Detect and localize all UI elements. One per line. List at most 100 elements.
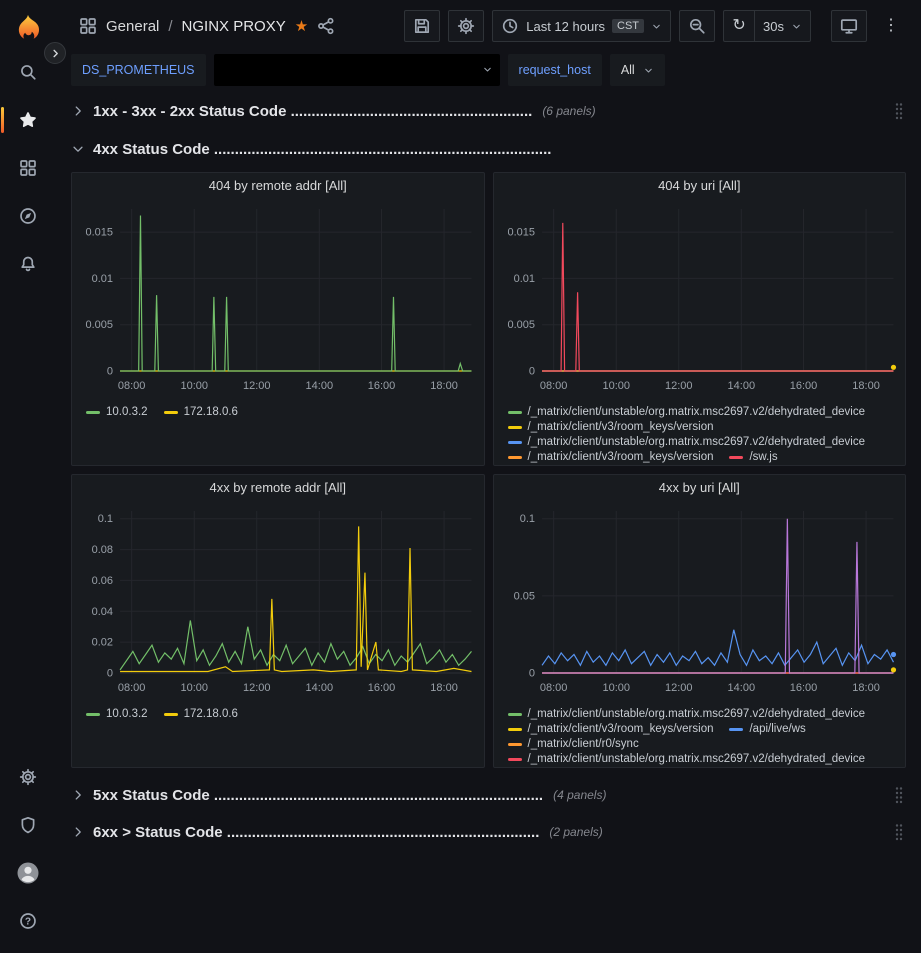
grafana-logo[interactable] xyxy=(8,8,48,48)
legend-item[interactable]: /_matrix/client/unstable/org.matrix.msc2… xyxy=(508,406,866,418)
sidebar: ? xyxy=(0,0,55,953)
svg-text:0: 0 xyxy=(528,668,534,680)
legend-swatch xyxy=(508,426,522,429)
sidebar-item-help[interactable]: ? xyxy=(8,901,48,941)
svg-text:0.01: 0.01 xyxy=(92,273,113,285)
svg-text:0.02: 0.02 xyxy=(92,637,113,649)
svg-text:0: 0 xyxy=(107,668,113,680)
zoom-out-button[interactable] xyxy=(679,10,715,42)
sidebar-item-alerting[interactable] xyxy=(8,244,48,284)
chevron-right-icon xyxy=(71,788,93,802)
time-series-chart[interactable]: 08:0010:0012:0014:0016:0018:0000.050.1 xyxy=(494,501,906,705)
row-header-5xx[interactable]: 5xx Status Code ........................… xyxy=(71,782,906,808)
row-drag-handle[interactable] xyxy=(894,102,904,120)
breadcrumb: General / NGINX PROXY ★ xyxy=(79,17,335,35)
time-range-picker[interactable]: Last 12 hours CST xyxy=(492,10,671,42)
svg-text:12:00: 12:00 xyxy=(664,682,692,694)
panel-title[interactable]: 404 by remote addr [All] xyxy=(72,173,484,199)
sidebar-item-search[interactable] xyxy=(8,52,48,92)
request-host-variable-select[interactable]: All xyxy=(610,54,665,86)
svg-text:14:00: 14:00 xyxy=(727,380,755,392)
panel-title[interactable]: 4xx by uri [All] xyxy=(494,475,906,501)
favorite-star-icon[interactable]: ★ xyxy=(295,17,308,35)
request-host-variable-label[interactable]: request_host xyxy=(508,54,602,86)
share-icon[interactable] xyxy=(317,17,335,35)
monitor-icon xyxy=(840,17,858,35)
row-header-4xx[interactable]: 4xx Status Code ........................… xyxy=(71,136,906,162)
legend-label: /_matrix/client/unstable/org.matrix.msc2… xyxy=(528,406,866,418)
svg-text:16:00: 16:00 xyxy=(789,380,817,392)
svg-text:10:00: 10:00 xyxy=(180,682,208,694)
row-panel-count: (6 panels) xyxy=(542,104,595,118)
row-title: 5xx Status Code ........................… xyxy=(93,787,543,804)
sidebar-item-starred[interactable] xyxy=(8,100,48,140)
dashboards-grid-icon xyxy=(19,159,37,177)
time-series-chart[interactable]: 08:0010:0012:0014:0016:0018:0000.020.040… xyxy=(72,501,484,705)
cycle-view-mode-button[interactable] xyxy=(831,10,867,42)
row-panel-count: (2 panels) xyxy=(549,825,602,839)
sidebar-collapse-button[interactable] xyxy=(44,42,66,64)
row-header-6xx[interactable]: 6xx > Status Code ......................… xyxy=(71,819,906,845)
navbar-actions: Last 12 hours CST ↻ 30s ⋮ xyxy=(404,10,907,42)
sidebar-item-admin[interactable] xyxy=(8,805,48,845)
row-title: 4xx Status Code ........................… xyxy=(93,141,551,158)
breadcrumb-section[interactable]: General xyxy=(106,18,159,35)
legend-item[interactable]: 172.18.0.6 xyxy=(164,708,238,720)
legend-item[interactable]: /api/live/ws xyxy=(729,723,805,735)
save-dashboard-button[interactable] xyxy=(404,10,440,42)
sidebar-item-configuration[interactable] xyxy=(8,757,48,797)
svg-text:0.1: 0.1 xyxy=(98,513,113,525)
svg-text:14:00: 14:00 xyxy=(306,380,334,392)
svg-text:0.04: 0.04 xyxy=(92,606,113,618)
svg-text:14:00: 14:00 xyxy=(727,682,755,694)
svg-text:0.005: 0.005 xyxy=(85,319,113,331)
datasource-variable-select[interactable] xyxy=(214,54,500,86)
timezone-badge: CST xyxy=(612,19,644,33)
dashboard-settings-button[interactable] xyxy=(448,10,484,42)
time-series-chart[interactable]: 08:0010:0012:0014:0016:0018:0000.0050.01… xyxy=(72,199,484,403)
refresh-interval-dropdown[interactable]: 30s xyxy=(754,10,811,42)
sidebar-item-explore[interactable] xyxy=(8,196,48,236)
panel-4xx-by-uri: 4xx by uri [All] 08:0010:0012:0014:0016:… xyxy=(493,474,907,768)
legend-item[interactable]: /_matrix/client/v3/room_keys/version xyxy=(508,723,714,735)
star-icon xyxy=(19,111,37,129)
panel-title[interactable]: 4xx by remote addr [All] xyxy=(72,475,484,501)
datasource-variable-label[interactable]: DS_PROMETHEUS xyxy=(71,54,206,86)
legend-swatch xyxy=(508,743,522,746)
refresh-group: ↻ 30s xyxy=(723,10,811,42)
legend-item[interactable]: /_matrix/client/unstable/org.matrix.msc2… xyxy=(508,708,866,720)
svg-text:0.005: 0.005 xyxy=(507,319,535,331)
legend-item[interactable]: /_matrix/client/r0/sync xyxy=(508,738,639,750)
dashboard-title[interactable]: NGINX PROXY xyxy=(182,18,286,35)
legend-item[interactable]: /_matrix/client/unstable/org.matrix.msc2… xyxy=(508,753,866,765)
legend-swatch xyxy=(508,441,522,444)
legend-item[interactable]: 10.0.3.2 xyxy=(86,708,148,720)
row-header-1xx-3xx-2xx[interactable]: 1xx - 3xx - 2xx Status Code ............… xyxy=(71,98,906,124)
legend-item[interactable]: /sw.js xyxy=(729,451,777,463)
bell-icon xyxy=(19,255,37,273)
legend-swatch xyxy=(164,713,178,716)
legend-swatch xyxy=(164,411,178,414)
time-series-chart[interactable]: 08:0010:0012:0014:0016:0018:0000.0050.01… xyxy=(494,199,906,403)
row-drag-handle[interactable] xyxy=(894,786,904,804)
legend-item[interactable]: /_matrix/client/v3/room_keys/version xyxy=(508,421,714,433)
panel-title[interactable]: 404 by uri [All] xyxy=(494,173,906,199)
legend-item[interactable]: 10.0.3.2 xyxy=(86,406,148,418)
sidebar-item-profile[interactable] xyxy=(8,853,48,893)
legend-label: /_matrix/client/unstable/org.matrix.msc2… xyxy=(528,436,866,448)
sidebar-item-dashboards[interactable] xyxy=(8,148,48,188)
gear-icon xyxy=(457,17,475,35)
legend-item[interactable]: /_matrix/client/v3/room_keys/version xyxy=(508,451,714,463)
refresh-button[interactable]: ↻ xyxy=(723,10,755,42)
legend-swatch xyxy=(86,713,100,716)
legend-item[interactable]: /_matrix/client/unstable/org.matrix.msc2… xyxy=(508,436,866,448)
row-drag-handle[interactable] xyxy=(894,823,904,841)
legend-item[interactable]: 172.18.0.6 xyxy=(164,406,238,418)
svg-text:0.05: 0.05 xyxy=(513,590,534,602)
svg-text:16:00: 16:00 xyxy=(368,682,396,694)
legend-label: 172.18.0.6 xyxy=(184,406,238,418)
gear-icon xyxy=(19,768,37,786)
legend-label: /_matrix/client/r0/sync xyxy=(528,738,639,750)
legend-label: /api/live/ws xyxy=(749,723,805,735)
more-options-button[interactable]: ⋮ xyxy=(875,10,907,42)
